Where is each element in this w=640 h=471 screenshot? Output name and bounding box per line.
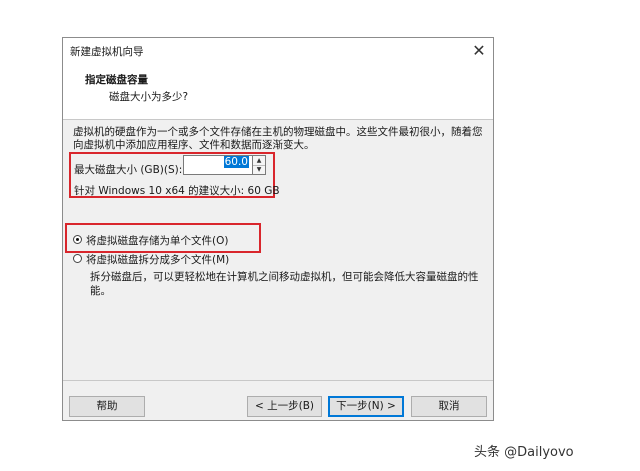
page-subtitle: 磁盘大小为多少?	[109, 91, 189, 103]
close-icon[interactable]: ✕	[465, 38, 493, 64]
split-files-label[interactable]: 将虚拟磁盘拆分成多个文件(M)	[86, 252, 229, 267]
disk-description: 虚拟机的硬盘作为一个或多个文件存储在主机的物理磁盘中。这些文件最初很小，随着您向…	[73, 126, 483, 151]
disk-size-label: 最大磁盘大小 (GB)(S):	[74, 164, 183, 176]
title-bar: 新建虚拟机向导 ✕	[63, 38, 493, 64]
help-button[interactable]: 帮助	[69, 396, 145, 417]
watermark: 头条 @Dailyovo	[474, 445, 574, 460]
window-title: 新建虚拟机向导	[70, 46, 144, 58]
disk-size-spinner[interactable]: ▲ ▼	[253, 155, 266, 175]
spin-down-icon[interactable]: ▼	[253, 165, 265, 174]
recommended-size-text: 针对 Windows 10 x64 的建议大小: 60 GB	[74, 185, 280, 197]
single-file-radio[interactable]	[73, 235, 82, 244]
page-title: 指定磁盘容量	[85, 74, 148, 86]
back-button[interactable]: < 上一步(B)	[247, 396, 322, 417]
next-button[interactable]: 下一步(N) >	[328, 396, 404, 417]
new-vm-wizard-dialog: 新建虚拟机向导 ✕ 指定磁盘容量 磁盘大小为多少? 虚拟机的硬盘作为一个或多个文…	[62, 37, 494, 421]
split-files-radio[interactable]	[73, 254, 82, 263]
single-file-label[interactable]: 将虚拟磁盘存储为单个文件(O)	[86, 233, 228, 248]
footer-divider	[63, 380, 493, 381]
disk-size-input[interactable]: 60.0	[183, 155, 253, 175]
cancel-button[interactable]: 取消	[411, 396, 487, 417]
wizard-header: 指定磁盘容量 磁盘大小为多少?	[63, 64, 493, 120]
split-description: 拆分磁盘后，可以更轻松地在计算机之间移动虚拟机，但可能会降低大容量磁盘的性能。	[90, 271, 479, 297]
disk-size-value: 60.0	[223, 156, 249, 168]
